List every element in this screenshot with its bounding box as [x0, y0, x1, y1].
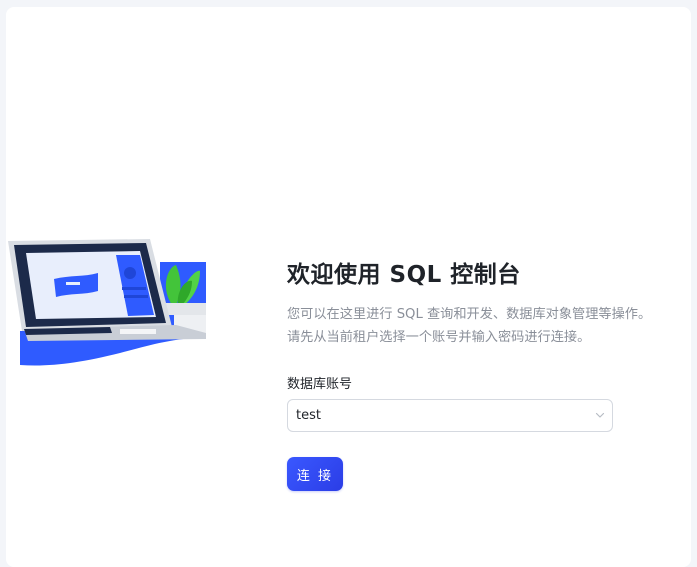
- account-label: 数据库账号: [287, 377, 353, 392]
- page-title: 欢迎使用 SQL 控制台: [287, 262, 521, 288]
- account-select[interactable]: test: [287, 399, 613, 432]
- page-description: 您可以在这里进行 SQL 查询和开发、数据库对象管理等操作。 请先从当前租户选择…: [287, 303, 677, 349]
- screen-line: [122, 287, 146, 290]
- laptop-illustration: [8, 239, 206, 366]
- chevron-down-icon: [595, 412, 605, 418]
- screen-flag-dash: [66, 282, 80, 285]
- screen-line: [124, 295, 148, 298]
- connect-button[interactable]: 连 接: [287, 457, 343, 491]
- welcome-content: 欢迎使用 SQL 控制台 您可以在这里进行 SQL 查询和开发、数据库对象管理等…: [287, 258, 677, 491]
- description-line: 请先从当前租户选择一个账号并输入密码进行连接。: [287, 330, 591, 345]
- description-line: 您可以在这里进行 SQL 查询和开发、数据库对象管理等操作。: [287, 307, 652, 322]
- account-select-value: test: [296, 408, 321, 423]
- laptop-base-light: [120, 329, 156, 334]
- screen-avatar-icon: [124, 267, 136, 279]
